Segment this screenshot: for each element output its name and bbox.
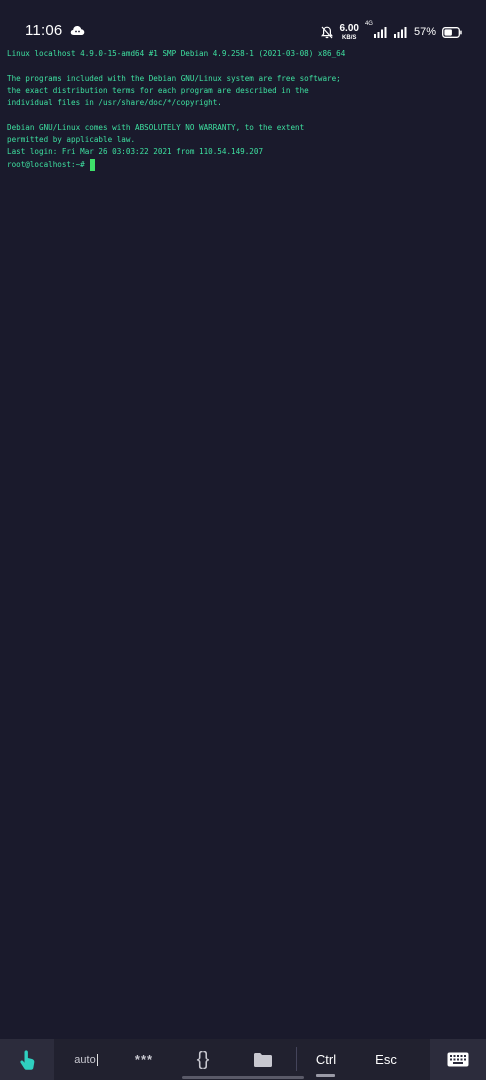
network-speed-unit: KB/S [342,34,357,41]
password-button[interactable]: *** [124,1039,164,1080]
snippets-button[interactable]: {} [184,1039,222,1080]
network-speed-value: 6.00 [339,22,359,34]
auto-complete-button[interactable]: auto [66,1039,106,1080]
terminal-prompt-line[interactable]: root@localhost:~# [7,158,479,171]
cloud-icon [70,26,85,35]
signal-icon [393,27,407,38]
esc-key-button[interactable]: Esc [366,1039,406,1080]
terminal-line: individual files in /usr/share/doc/*/cop… [7,98,222,108]
touch-mode-button[interactable] [0,1039,54,1080]
auto-label: auto [74,1053,96,1066]
extra-keys-toolbar: auto *** {} Ctrl Esc [0,1039,486,1080]
terminal-line: permitted by applicable law. [7,135,136,145]
toolbar-divider [296,1047,297,1071]
battery-icon [442,26,462,38]
status-time: 11:06 [25,22,63,39]
terminal-line: the exact distribution terms for each pr… [7,85,309,95]
gesture-navigation-bar[interactable] [182,1076,304,1079]
network-speed: 6.00 KB/S [339,22,359,41]
bell-muted-icon [321,26,334,38]
battery-percent: 57% [413,26,436,38]
touch-icon [20,1049,35,1070]
terminal-cursor [90,158,96,171]
keyboard-toggle-button[interactable] [430,1039,486,1080]
terminal-line: Last login: Fri Mar 26 03:03:22 2021 fro… [7,147,264,157]
sftp-folder-button[interactable] [244,1039,282,1080]
ctrl-active-indicator [316,1074,335,1077]
terminal-line: Debian GNU/Linux comes with ABSOLUTELY N… [7,122,305,132]
terminal-line: Linux localhost 4.9.0-15-amd64 #1 SMP De… [7,49,346,58]
status-indicators: 6.00 KB/S 4G 57% [321,21,462,43]
text-caret-icon [96,1053,98,1066]
terminal-output[interactable]: Linux localhost 4.9.0-15-amd64 #1 SMP De… [7,48,479,171]
signal-icon [373,27,387,38]
network-type-tag: 4G [364,21,373,27]
terminal-line: The programs included with the Debian GN… [7,73,341,83]
keyboard-icon [447,1052,469,1067]
terminal-prompt: root@localhost:~# [7,159,90,169]
folder-icon [254,1052,272,1067]
